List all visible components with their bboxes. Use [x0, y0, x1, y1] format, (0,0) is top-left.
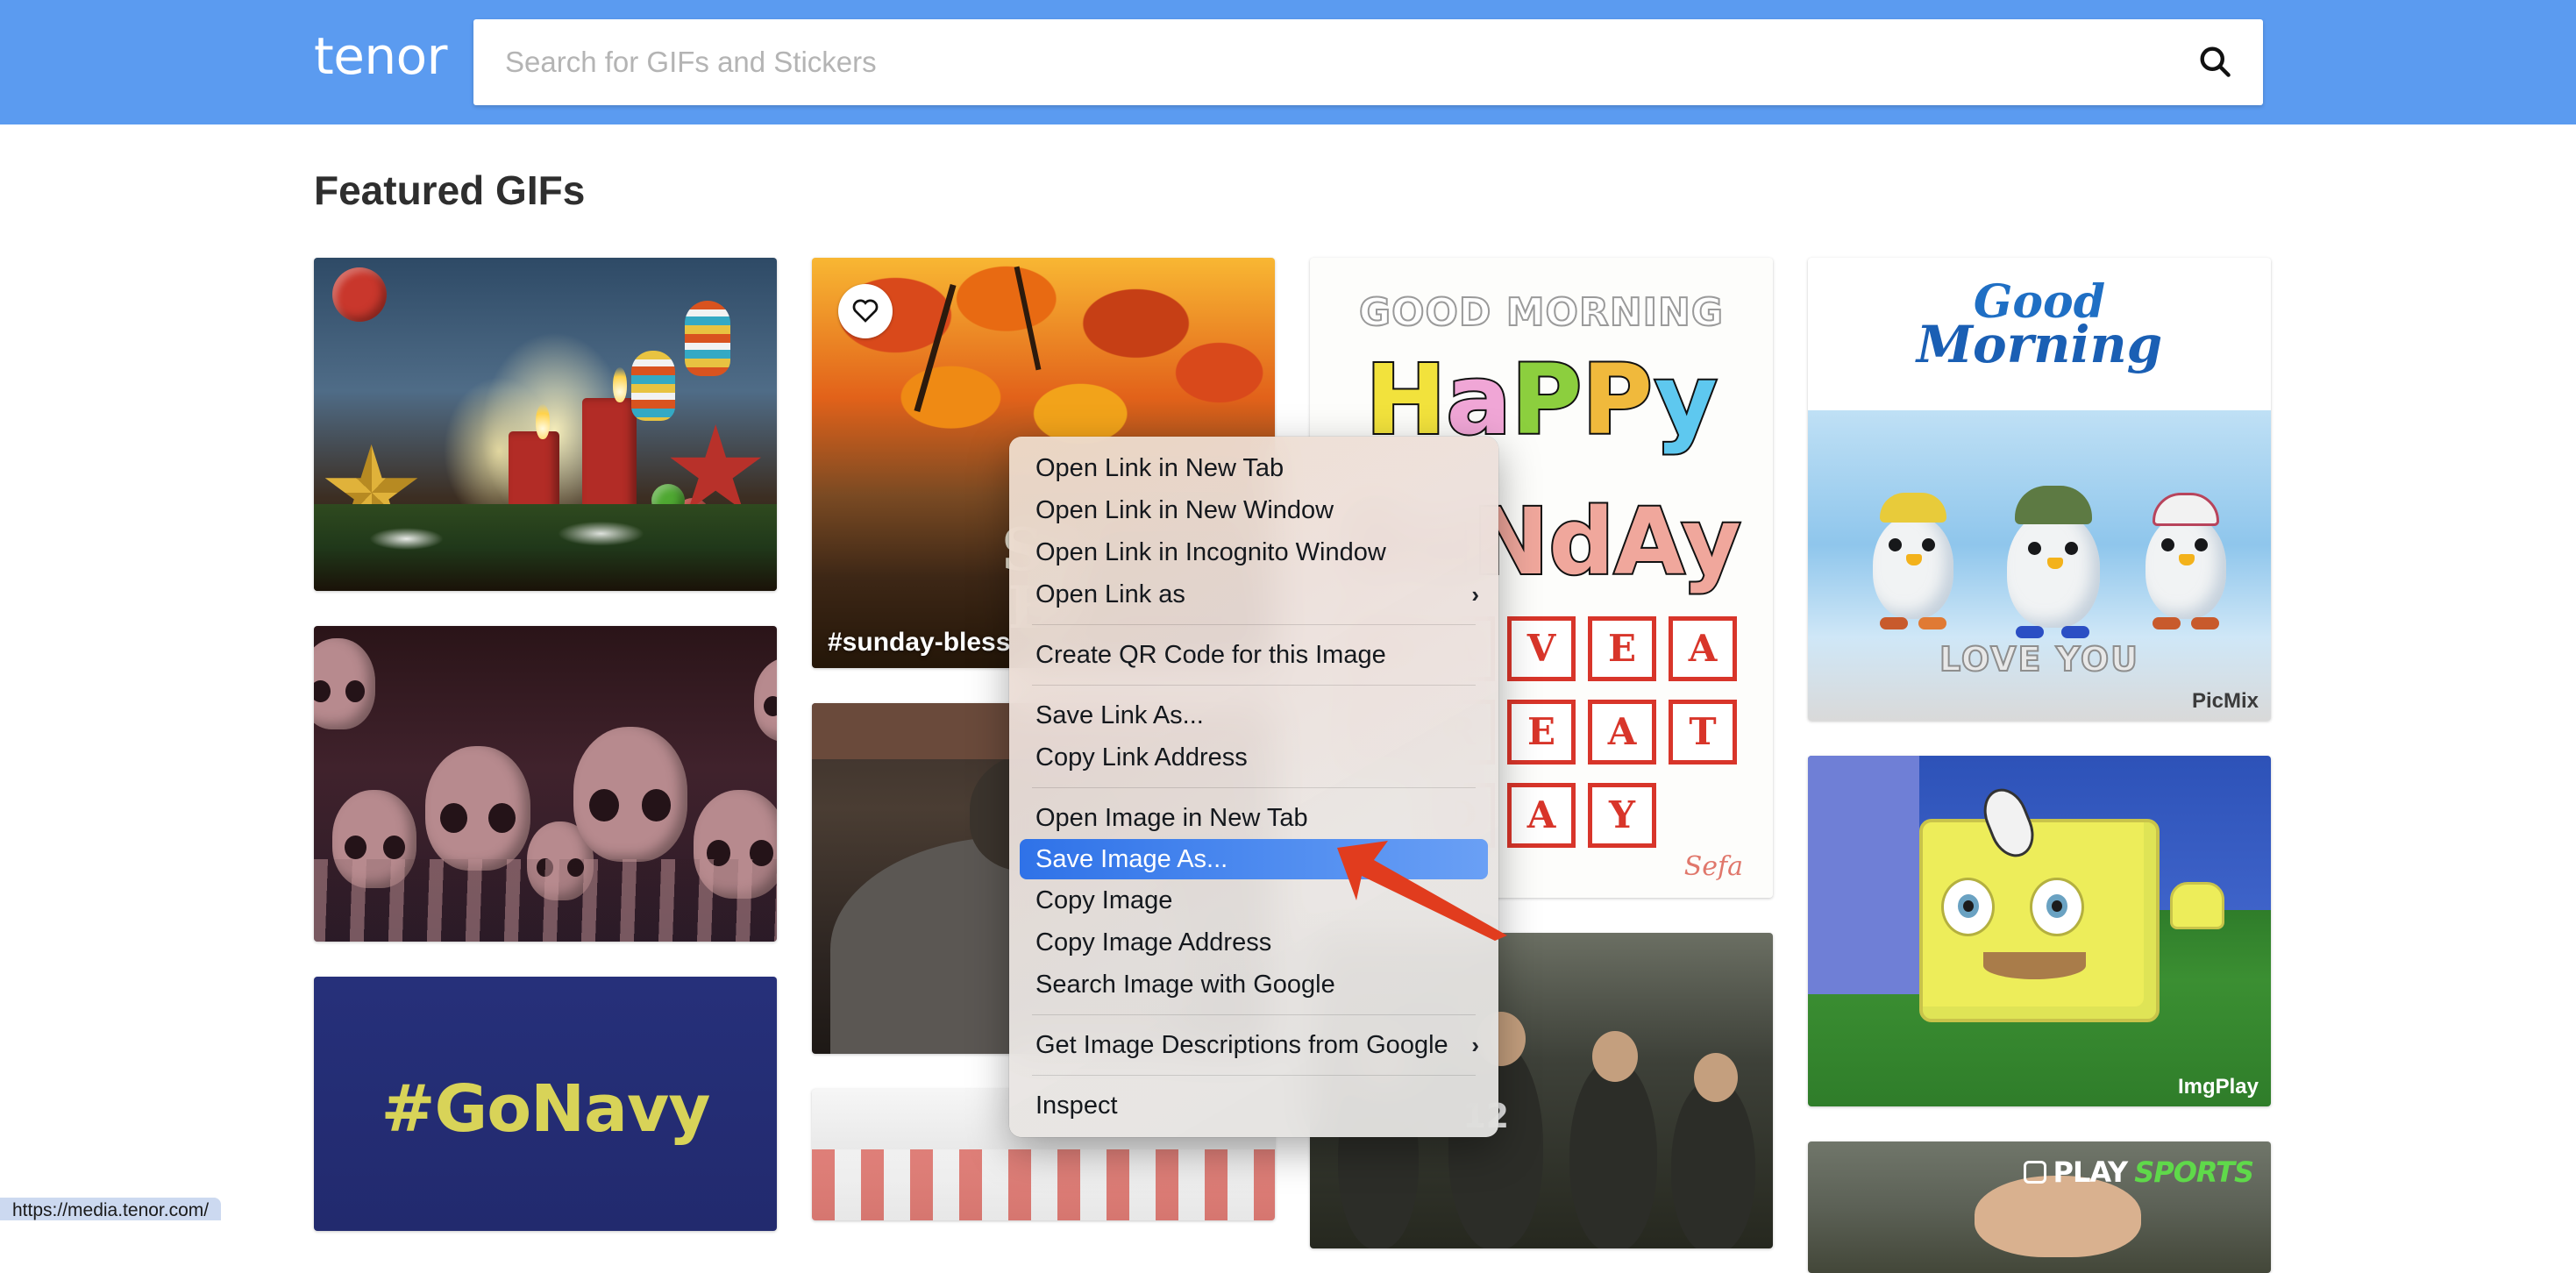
- search-bar[interactable]: [473, 19, 2263, 105]
- search-icon: [2195, 42, 2234, 83]
- browser-status-bar: https://media.tenor.com/: [0, 1198, 221, 1220]
- gif-art-penguins: Good Morning: [1808, 258, 2271, 721]
- go-navy-text: #GoNavy: [314, 1071, 777, 1147]
- menu-item-search-image-with-google[interactable]: Search Image with Google: [1009, 964, 1498, 1006]
- chevron-right-icon: ›: [1471, 1032, 1479, 1059]
- menu-item-open-link-as[interactable]: Open Link as ›: [1009, 573, 1498, 615]
- gif-tile-skeletons[interactable]: [314, 626, 777, 942]
- menu-item-create-qr-code-for-this-image[interactable]: Create QR Code for this Image: [1009, 634, 1498, 676]
- gif-art-spongebob: ImgPlay: [1808, 756, 2271, 1106]
- imgplay-watermark: ImgPlay: [2178, 1075, 2259, 1099]
- artist-signature: Sefa: [1684, 851, 1743, 882]
- penguins-love-you-text: LOVE YOU: [1808, 640, 2271, 679]
- grid-column-4: Good Morning: [1808, 258, 2271, 1273]
- menu-item-copy-link-address[interactable]: Copy Link Address: [1009, 736, 1498, 779]
- penguins-title: Good Morning: [1808, 281, 2271, 368]
- search-button[interactable]: [2167, 19, 2263, 105]
- menu-item-label: Open Link in New Window: [1035, 496, 1334, 525]
- film-cell: A: [1507, 783, 1576, 848]
- menu-item-label: Open Image in New Tab: [1035, 804, 1308, 833]
- picmix-watermark: PicMix: [2192, 689, 2259, 714]
- menu-separator: [1032, 787, 1476, 788]
- film-cell: E: [1588, 616, 1656, 681]
- menu-item-label: Inspect: [1035, 1092, 1118, 1120]
- happy-goodmorning-text: GOOD MORNING: [1310, 290, 1773, 335]
- menu-separator: [1032, 685, 1476, 686]
- playsports-logo: PLAYSPORTS: [2024, 1156, 2254, 1189]
- context-menu[interactable]: Open Link in New Tab Open Link in New Wi…: [1009, 437, 1498, 1137]
- menu-item-label: Create QR Code for this Image: [1035, 641, 1386, 670]
- chevron-right-icon: ›: [1471, 581, 1479, 608]
- gif-tile-playsports[interactable]: PLAYSPORTS: [1808, 1141, 2271, 1273]
- menu-item-label: Save Link As...: [1035, 701, 1204, 730]
- film-cell: A: [1588, 700, 1656, 765]
- tenor-logo[interactable]: tenor: [314, 26, 447, 86]
- gif-art-playsports: PLAYSPORTS: [1808, 1141, 2271, 1273]
- menu-separator: [1032, 1014, 1476, 1015]
- playsports-mark-icon: [2024, 1161, 2046, 1184]
- menu-item-copy-image-address[interactable]: Copy Image Address: [1009, 921, 1498, 964]
- menu-item-open-image-in-new-tab[interactable]: Open Image in New Tab: [1009, 797, 1498, 839]
- menu-item-label: Copy Image: [1035, 886, 1172, 915]
- menu-item-label: Copy Link Address: [1035, 743, 1248, 772]
- heart-icon: [850, 296, 880, 327]
- menu-item-open-link-in-new-window[interactable]: Open Link in New Window: [1009, 489, 1498, 531]
- menu-item-label: Open Link in Incognito Window: [1035, 538, 1386, 567]
- menu-item-label: Save Image As...: [1035, 845, 1228, 874]
- menu-item-label: Copy Image Address: [1035, 928, 1271, 957]
- happy-text: HaPPy: [1310, 354, 1773, 446]
- film-cell: T: [1669, 700, 1737, 765]
- gif-art-skeletons: [314, 626, 777, 942]
- film-cell: Y: [1588, 783, 1656, 848]
- menu-item-label: Search Image with Google: [1035, 971, 1335, 999]
- film-cell: V: [1507, 616, 1576, 681]
- menu-item-open-link-in-new-tab[interactable]: Open Link in New Tab: [1009, 447, 1498, 489]
- page-title: Featured GIFs: [314, 167, 585, 214]
- search-input[interactable]: [473, 46, 2167, 79]
- favorite-button[interactable]: [838, 284, 893, 338]
- menu-item-label: Get Image Descriptions from Google: [1035, 1031, 1448, 1060]
- film-cell: E: [1507, 700, 1576, 765]
- gif-art-christmas: [314, 258, 777, 591]
- menu-item-label: Open Link in New Tab: [1035, 454, 1284, 483]
- gif-tile-go-navy[interactable]: #GoNavy: [314, 977, 777, 1231]
- gif-caption: #sunday-bless: [828, 628, 1010, 658]
- film-cell: A: [1669, 616, 1737, 681]
- menu-item-get-image-descriptions-from-google[interactable]: Get Image Descriptions from Google ›: [1009, 1024, 1498, 1066]
- menu-separator: [1032, 624, 1476, 625]
- menu-separator: [1032, 1075, 1476, 1076]
- grid-column-1: #GoNavy: [314, 258, 777, 1273]
- menu-item-open-link-in-incognito-window[interactable]: Open Link in Incognito Window: [1009, 531, 1498, 573]
- gif-tile-mocking-spongebob[interactable]: ImgPlay: [1808, 756, 2271, 1106]
- gif-art-go-navy: #GoNavy: [314, 977, 777, 1231]
- menu-item-save-image-as[interactable]: Save Image As...: [1020, 839, 1488, 879]
- gif-tile-good-morning-penguins[interactable]: Good Morning: [1808, 258, 2271, 721]
- menu-item-save-link-as[interactable]: Save Link As...: [1009, 694, 1498, 736]
- menu-item-inspect[interactable]: Inspect: [1009, 1085, 1498, 1127]
- site-header: tenor: [0, 0, 2576, 124]
- gif-tile-christmas-candles[interactable]: [314, 258, 777, 591]
- menu-item-label: Open Link as: [1035, 580, 1185, 609]
- menu-item-copy-image[interactable]: Copy Image: [1009, 879, 1498, 921]
